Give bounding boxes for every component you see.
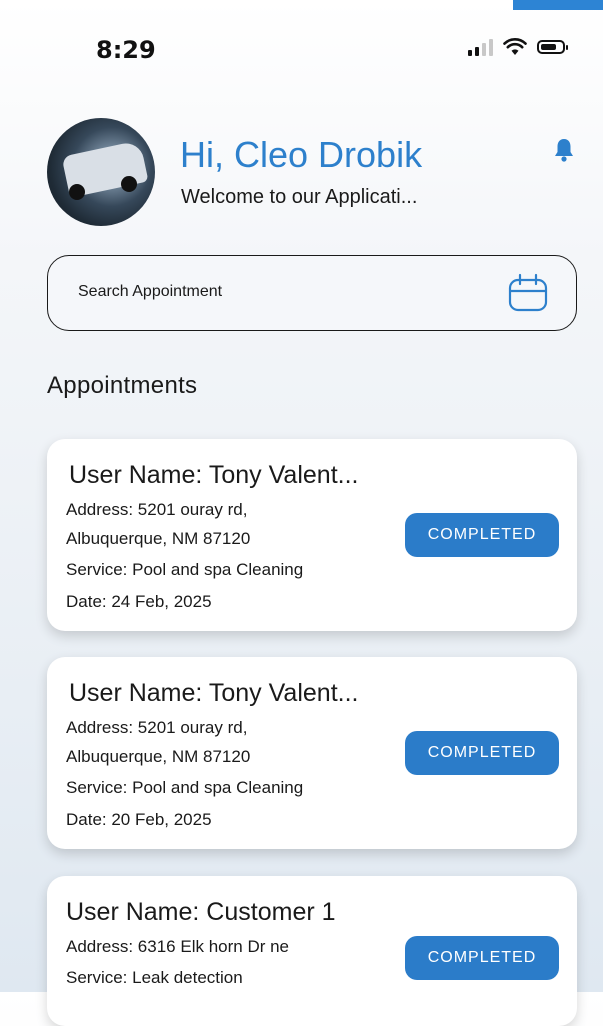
status-icons — [468, 38, 568, 56]
status-bar: 8:29 — [0, 0, 603, 100]
appointment-user-name: User Name: Customer 1 — [66, 898, 336, 926]
appointment-user-name: User Name: Tony Valent... — [69, 461, 359, 489]
appointment-address-line1: Address: 5201 ouray rd, — [66, 718, 248, 737]
battery-icon — [537, 40, 568, 54]
status-completed-button[interactable]: COMPLETED — [405, 936, 559, 980]
greeting-title: Hi, Cleo Drobik — [180, 134, 423, 175]
appointment-card[interactable]: User Name: Customer 1 Address: 6316 Elk … — [47, 876, 577, 1026]
search-placeholder: Search Appointment — [78, 283, 223, 300]
appointments-heading: Appointments — [47, 372, 198, 399]
cellular-signal-icon — [468, 38, 493, 56]
status-time: 8:29 — [96, 36, 156, 64]
appointment-date: Date: 20 Feb, 2025 — [66, 810, 212, 829]
search-appointment-field[interactable]: Search Appointment — [47, 255, 577, 331]
welcome-subtitle: Welcome to our Applicati... — [181, 186, 418, 208]
status-completed-button[interactable]: COMPLETED — [405, 731, 559, 775]
calendar-icon[interactable] — [507, 273, 549, 313]
avatar[interactable] — [47, 118, 155, 226]
appointment-service: Service: Leak detection — [66, 968, 243, 987]
appointment-card[interactable]: User Name: Tony Valent... Address: 5201 … — [47, 657, 577, 849]
appointment-service: Service: Pool and spa Cleaning — [66, 778, 304, 797]
appointment-address-line1: Address: 5201 ouray rd, — [66, 500, 248, 519]
appointment-address-line1: Address: 6316 Elk horn Dr ne — [66, 937, 290, 956]
appointment-card[interactable]: User Name: Tony Valent... Address: 5201 … — [47, 439, 577, 631]
appointment-address-line2: Albuquerque, NM 87120 — [66, 747, 251, 766]
appointment-date: Date: 24 Feb, 2025 — [66, 592, 212, 611]
appointment-user-name: User Name: Tony Valent... — [69, 679, 359, 707]
appointment-service: Service: Pool and spa Cleaning — [66, 560, 304, 579]
status-completed-button[interactable]: COMPLETED — [405, 513, 559, 557]
bell-icon[interactable] — [552, 137, 576, 163]
header: Hi, Cleo Drobik Welcome to our Applicati… — [0, 115, 603, 235]
wifi-icon — [503, 38, 527, 55]
appointment-address-line2: Albuquerque, NM 87120 — [66, 529, 251, 548]
